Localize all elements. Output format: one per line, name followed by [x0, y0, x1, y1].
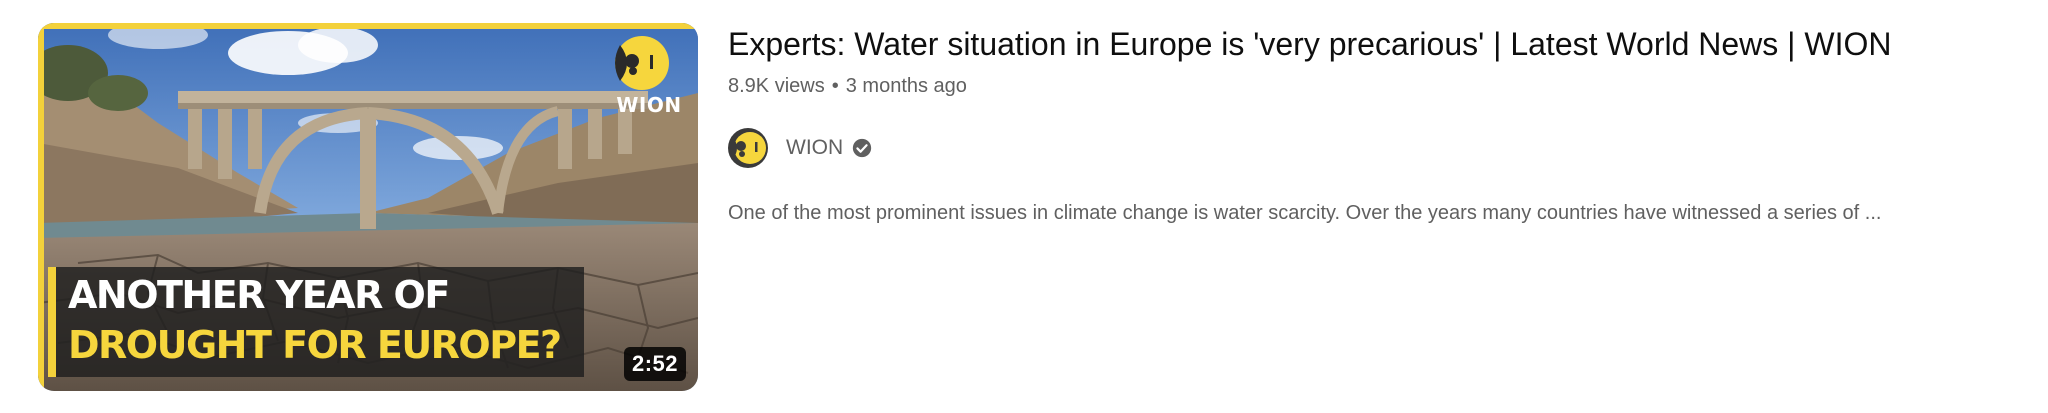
channel-avatar[interactable]: [728, 128, 768, 168]
channel-link[interactable]: WION: [728, 128, 873, 168]
view-count: 8.9K views: [728, 75, 825, 97]
video-description: One of the most prominent issues in clim…: [728, 202, 1882, 224]
upload-age: 3 months ago: [845, 75, 967, 97]
wion-logo-icon: [615, 36, 669, 90]
wion-watermark-text: WION: [616, 93, 682, 117]
thumbnail-headline-line1: ANOTHER YEAR OF: [68, 273, 450, 317]
channel-name[interactable]: WION: [786, 136, 843, 160]
video-thumbnail[interactable]: WION ANOTHER YEAR OF DROUGHT FOR EUROPE?…: [38, 23, 698, 391]
video-search-result: WION ANOTHER YEAR OF DROUGHT FOR EUROPE?…: [0, 0, 2048, 413]
wion-watermark: WION: [614, 35, 684, 117]
duration-badge: 2:52: [623, 347, 686, 381]
verified-check-icon: [852, 138, 872, 158]
meta-separator: •: [831, 75, 839, 97]
thumbnail-headline-line2: DROUGHT FOR EUROPE?: [68, 323, 562, 367]
thumbnail-headline: ANOTHER YEAR OF DROUGHT FOR EUROPE?: [48, 267, 584, 377]
video-metadata: 8.9K views • 3 months ago: [728, 75, 967, 98]
video-title-link[interactable]: Experts: Water situation in Europe is 'v…: [728, 26, 1891, 63]
